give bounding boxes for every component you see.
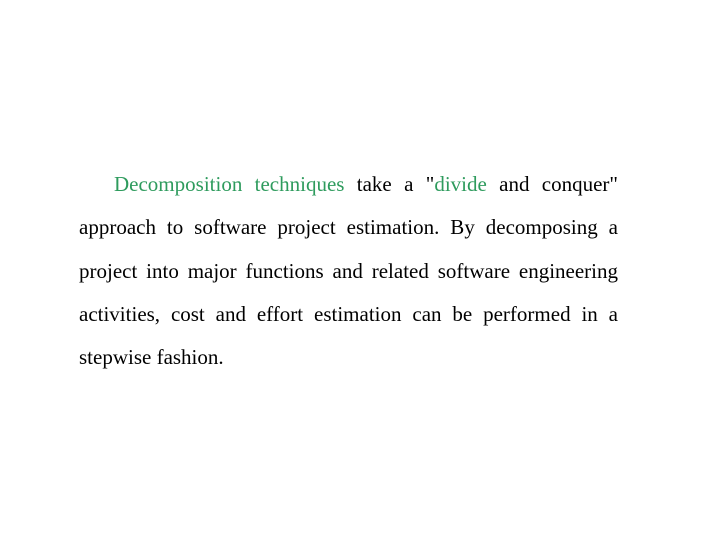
text-segment: take a " — [344, 172, 435, 196]
text-segment: and conquer" approach to software projec… — [79, 172, 618, 370]
highlight-term-divide: divide — [434, 172, 487, 196]
slide: Decomposition techniques take a "divide … — [0, 0, 720, 540]
body-paragraph: Decomposition techniques take a "divide … — [79, 163, 618, 379]
highlight-term-decomposition-techniques: Decomposition techniques — [114, 172, 345, 196]
